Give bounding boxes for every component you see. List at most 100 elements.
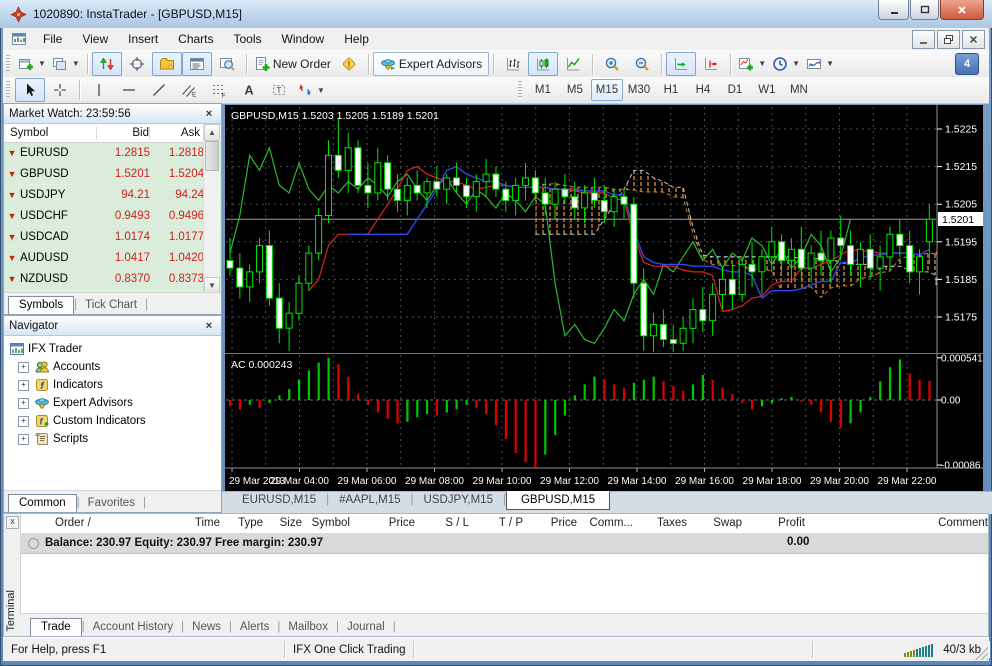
- navigator-item-accounts[interactable]: +Accounts: [16, 358, 221, 376]
- arrows-tool-button[interactable]: ▼: [294, 78, 328, 102]
- terminal-tab-account-history[interactable]: Account History: [85, 619, 182, 636]
- timeframe-h4-button[interactable]: H4: [687, 79, 719, 101]
- navigator-tab-common[interactable]: Common: [8, 494, 77, 512]
- terminal-tab-alerts[interactable]: Alerts: [232, 619, 277, 636]
- navigator-item-scripts[interactable]: +Scripts: [16, 430, 221, 448]
- terminal-column-comm[interactable]: Comm...: [590, 517, 633, 529]
- mdi-close-button[interactable]: [962, 30, 985, 49]
- dropdown-arrow-icon[interactable]: ▼: [792, 59, 800, 68]
- strategy-tester-button[interactable]: [212, 52, 242, 76]
- menu-item-view[interactable]: View: [72, 29, 118, 49]
- expand-plus-icon[interactable]: +: [18, 434, 29, 445]
- navigator-item-custom-indicators[interactable]: +fCustom Indicators: [16, 412, 221, 430]
- terminal-button[interactable]: [182, 52, 212, 76]
- chart-tab-gbpusdm15[interactable]: GBPUSD,M15: [506, 491, 610, 510]
- templates-button[interactable]: ▼: [803, 52, 837, 76]
- market-watch-row-usdcad[interactable]: ▼USDCAD1.01741.0177: [4, 227, 221, 248]
- navigator-root-item[interactable]: IFX Trader: [8, 340, 221, 358]
- mdi-minimize-button[interactable]: [912, 30, 935, 49]
- terminal-column-tp[interactable]: T / P: [499, 517, 523, 529]
- zoom-in-button[interactable]: [597, 52, 627, 76]
- timeframe-m5-button[interactable]: M5: [559, 79, 591, 101]
- dropdown-arrow-icon[interactable]: ▼: [826, 59, 834, 68]
- terminal-close-icon[interactable]: x: [6, 516, 19, 529]
- close-button[interactable]: [940, 0, 984, 20]
- expert-advisors-button[interactable]: Expert Advisors: [373, 52, 489, 76]
- text-label-tool-button[interactable]: T: [264, 78, 294, 102]
- menu-item-tools[interactable]: Tools: [224, 29, 272, 49]
- navigator-item-indicators[interactable]: +fIndicators: [16, 376, 221, 394]
- scrollbar-thumb[interactable]: [205, 141, 219, 171]
- expand-plus-icon[interactable]: +: [18, 362, 29, 373]
- navigator-button[interactable]: [152, 52, 182, 76]
- notifications-badge[interactable]: 4: [955, 53, 979, 75]
- menu-item-file[interactable]: File: [33, 29, 72, 49]
- auto-scroll-button[interactable]: [666, 52, 696, 76]
- menu-item-help[interactable]: Help: [334, 29, 379, 49]
- scroll-up-icon[interactable]: ▲: [204, 124, 220, 141]
- terminal-column-comment[interactable]: Comment: [938, 517, 988, 529]
- menu-item-insert[interactable]: Insert: [118, 29, 168, 49]
- periods-button[interactable]: ▼: [769, 52, 803, 76]
- market-watch-scrollbar[interactable]: ▲ ▼: [203, 124, 220, 294]
- data-window-button[interactable]: [122, 52, 152, 76]
- terminal-tab-journal[interactable]: Journal: [339, 619, 393, 636]
- terminal-column-price[interactable]: Price: [551, 517, 577, 529]
- dropdown-arrow-icon[interactable]: ▼: [758, 59, 766, 68]
- expand-plus-icon[interactable]: +: [18, 398, 29, 409]
- timeframe-h1-button[interactable]: H1: [655, 79, 687, 101]
- chart-shift-button[interactable]: [696, 52, 726, 76]
- dropdown-arrow-icon[interactable]: ▼: [38, 59, 46, 68]
- market-watch-close-icon[interactable]: ×: [202, 108, 216, 120]
- market-watch-button[interactable]: [92, 52, 122, 76]
- chart-tab-eurusdm15[interactable]: EURUSD,M15: [232, 492, 326, 508]
- menu-item-charts[interactable]: Charts: [168, 29, 223, 49]
- title-bar[interactable]: 1020890: InstaTrader - [GBPUSD,M15]: [0, 0, 992, 28]
- terminal-tab-mailbox[interactable]: Mailbox: [280, 619, 336, 636]
- market-watch-row-audusd[interactable]: ▼AUDUSD1.04171.0420: [4, 248, 221, 269]
- terminal-column-taxes[interactable]: Taxes: [657, 517, 687, 529]
- market-watch-tab-symbols[interactable]: Symbols: [8, 296, 74, 314]
- trendline-tool-button[interactable]: [144, 78, 174, 102]
- timeframe-m1-button[interactable]: M1: [527, 79, 559, 101]
- chart-tab-usdjpym15[interactable]: USDJPY,M15: [414, 492, 503, 508]
- minimize-button[interactable]: [878, 0, 909, 20]
- menu-item-window[interactable]: Window: [272, 29, 335, 49]
- market-watch-row-nzdusd[interactable]: ▼NZDUSD0.83700.8373: [4, 269, 221, 290]
- market-watch-row-usdjpy[interactable]: ▼USDJPY94.2194.24: [4, 185, 221, 206]
- balance-row[interactable]: Balance: 230.97 Equity: 230.97 Free marg…: [20, 533, 988, 554]
- navigator-close-icon[interactable]: ×: [202, 320, 216, 332]
- timeframe-mn-button[interactable]: MN: [783, 79, 815, 101]
- navigator-tab-favorites[interactable]: Favorites: [80, 495, 143, 512]
- terminal-column-time[interactable]: Time: [195, 517, 220, 529]
- expand-plus-icon[interactable]: +: [18, 380, 29, 391]
- terminal-column-type[interactable]: Type: [238, 517, 263, 529]
- new-chart-button[interactable]: ▼: [15, 52, 49, 76]
- market-watch-row-usdchf[interactable]: ▼USDCHF0.94930.9496: [4, 206, 221, 227]
- terminal-column-profit[interactable]: Profit: [778, 517, 805, 529]
- market-watch-tab-tick-chart[interactable]: Tick Chart: [77, 297, 145, 314]
- timeframe-m30-button[interactable]: M30: [623, 79, 655, 101]
- expand-plus-icon[interactable]: +: [18, 416, 29, 427]
- terminal-tab-news[interactable]: News: [184, 619, 229, 636]
- terminal-column-symbol[interactable]: Symbol: [312, 517, 350, 529]
- toolbar-grip[interactable]: [518, 81, 522, 99]
- terminal-tab-trade[interactable]: Trade: [30, 618, 82, 636]
- terminal-column-order[interactable]: Order /: [55, 517, 91, 529]
- alerts-button[interactable]: !: [334, 52, 364, 76]
- price-chart[interactable]: 1.52251.52151.52051.51951.51851.51751.52…: [225, 105, 983, 491]
- chart-candles-button[interactable]: [528, 52, 558, 76]
- vertical-line-tool-button[interactable]: [84, 78, 114, 102]
- fibonacci-tool-button[interactable]: F: [204, 78, 234, 102]
- crosshair-tool-button[interactable]: [45, 78, 75, 102]
- status-trading-mode[interactable]: IFX One Click Trading: [285, 641, 414, 658]
- column-header-symbol[interactable]: Symbol: [4, 127, 97, 139]
- equidistant-channel-tool-button[interactable]: E: [174, 78, 204, 102]
- toolbar-grip[interactable]: [6, 55, 10, 73]
- indicators-button[interactable]: ▼: [735, 52, 769, 76]
- mdi-restore-button[interactable]: [937, 30, 960, 49]
- toolbar-grip[interactable]: [6, 81, 10, 99]
- timeframe-m15-button[interactable]: M15: [591, 79, 623, 101]
- profiles-button[interactable]: ▼: [49, 52, 83, 76]
- terminal-column-price[interactable]: Price: [389, 517, 415, 529]
